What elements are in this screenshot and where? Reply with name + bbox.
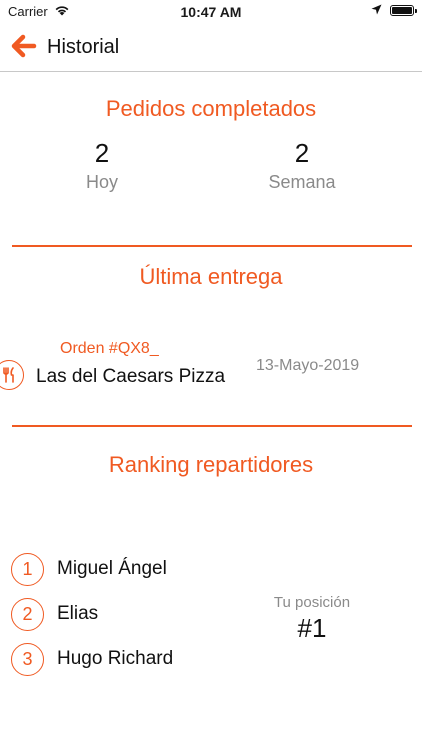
battery-icon (390, 5, 417, 16)
stat-today-label: Hoy (85, 172, 118, 192)
stat-today: 2 Hoy (22, 138, 182, 194)
ranking-name: Miguel Ángel (57, 558, 167, 579)
my-position-label: Tu posición (273, 594, 351, 611)
my-position-value: #1 (297, 613, 327, 643)
section-divider (12, 245, 412, 247)
location-icon (371, 3, 382, 18)
stat-today-value: 2 (94, 138, 110, 168)
status-bar: Carrier 10:47 AM (0, 0, 422, 24)
ranking-item: 2 Elias (11, 597, 98, 631)
order-id: Orden #QX8_ (60, 340, 159, 357)
ranking-title: Ranking repartidores (108, 452, 314, 477)
ranking-item: 1 Miguel Ángel (11, 552, 167, 586)
rank-badge: 3 (11, 642, 44, 676)
arrow-left-icon (11, 34, 37, 63)
rank-badge: 1 (11, 552, 44, 586)
ranking-item: 3 Hugo Richard (11, 642, 173, 676)
completed-orders-title: Pedidos completados (105, 96, 317, 121)
ranking-name: Hugo Richard (57, 648, 174, 669)
stat-week-label: Semana (268, 172, 336, 192)
page-title: Historial (47, 36, 120, 58)
status-right (371, 3, 417, 18)
section-divider (12, 425, 412, 427)
navigation-bar: Historial (0, 24, 422, 72)
restaurant-icon (0, 360, 24, 390)
restaurant-name: Las del Caesars Pizza (36, 366, 226, 387)
delivery-date: 13-Mayo-2019 (256, 357, 360, 374)
stat-week-value: 2 (294, 138, 310, 168)
last-delivery-title: Última entrega (139, 264, 283, 289)
ranking-name: Elias (57, 603, 99, 624)
status-time: 10:47 AM (180, 4, 242, 20)
my-position: Tu posición #1 (238, 594, 386, 644)
rank-badge: 2 (11, 597, 44, 631)
back-button[interactable] (10, 34, 38, 62)
stat-week: 2 Semana (222, 138, 382, 194)
